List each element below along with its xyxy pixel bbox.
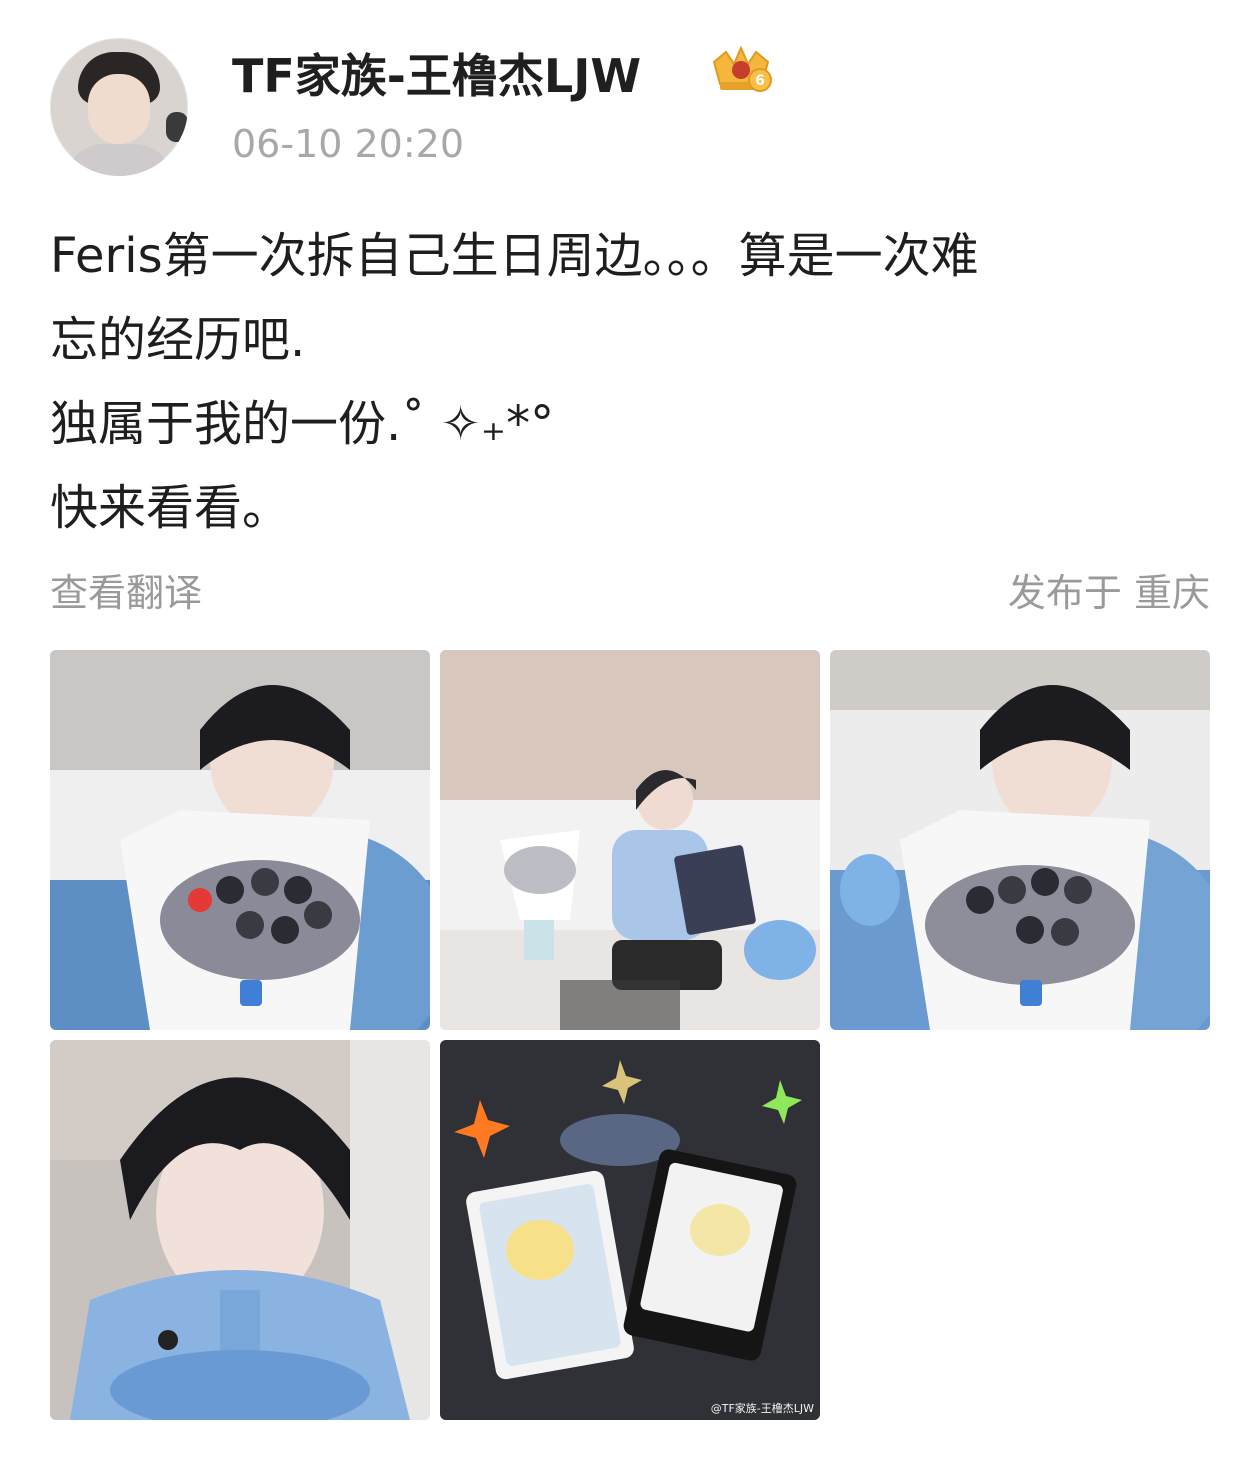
photo-bouquet-closeup[interactable] bbox=[50, 650, 430, 1030]
post-text-line: 忘的经历吧. bbox=[50, 312, 306, 368]
translate-button[interactable]: 查看翻译 bbox=[50, 562, 202, 617]
photo-bouquet-closeup-2[interactable] bbox=[830, 650, 1210, 1030]
post-text-line: Feris第一次拆自己生日周边。。。算是一次难 bbox=[50, 228, 979, 284]
post-text-line: 独属于我的一份.˚ ✧₊*° bbox=[50, 396, 555, 452]
crown-level-badge-icon[interactable]: 6 bbox=[708, 44, 774, 94]
user-avatar[interactable] bbox=[50, 38, 188, 176]
image-watermark: @TF家族-王橹杰LJW bbox=[710, 1402, 814, 1415]
photo-portrait-closeup[interactable] bbox=[50, 1040, 430, 1420]
post-location: 发布于 重庆 bbox=[1007, 571, 1210, 615]
post-timestamp: 06-10 20:20 bbox=[232, 122, 465, 166]
photo-sitting-on-sofa[interactable] bbox=[440, 650, 820, 1030]
post-text: Feris第一次拆自己生日周边。。。算是一次难 忘的经历吧. 独属于我的一份.˚… bbox=[50, 214, 1210, 550]
post-text-line: 快来看看。 bbox=[50, 480, 291, 536]
photo-feris-cards[interactable]: @TF家族-王橹杰LJW bbox=[440, 1040, 820, 1420]
username[interactable]: TF家族-王橹杰LJW bbox=[232, 40, 641, 106]
badge-level: 6 bbox=[755, 73, 765, 89]
